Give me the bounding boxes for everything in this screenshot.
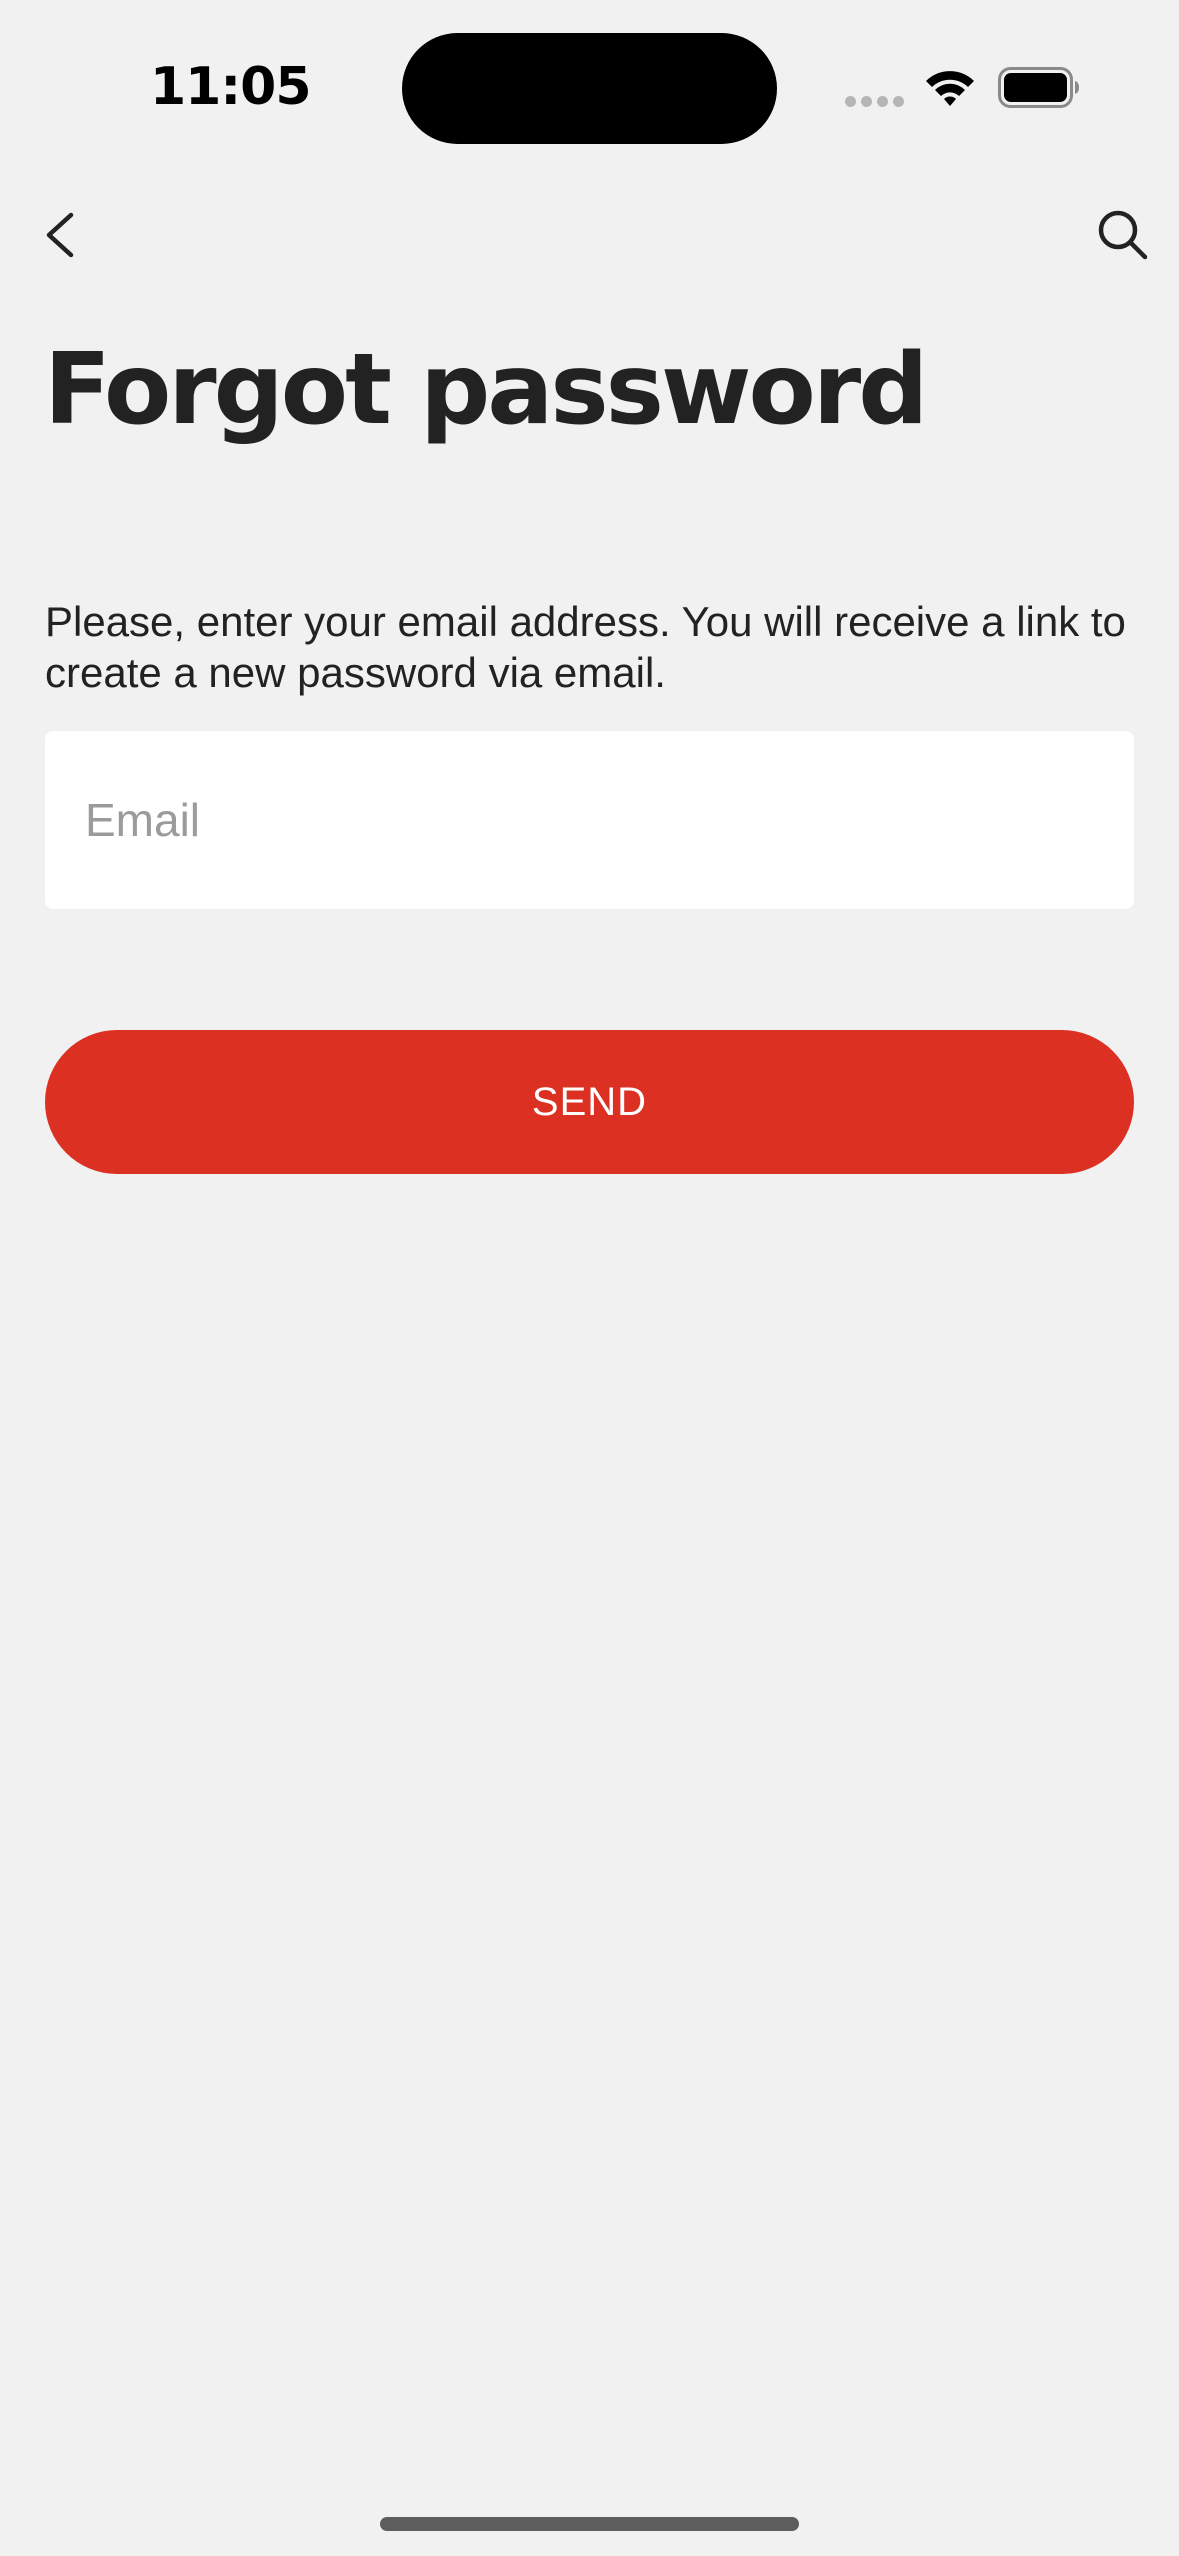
- instructions-text: Please, enter your email address. You wi…: [45, 598, 1126, 696]
- search-icon: [1098, 210, 1148, 260]
- send-button[interactable]: SEND: [45, 1030, 1134, 1174]
- page-title: Forgot password: [44, 333, 928, 447]
- battery-icon: [998, 67, 1079, 108]
- chevron-left-icon: [46, 212, 74, 258]
- email-field[interactable]: [45, 731, 1134, 909]
- back-button[interactable]: [30, 200, 90, 270]
- cellular-signal-icon: [845, 96, 904, 107]
- wifi-icon: [926, 71, 974, 106]
- status-bar-time: 11:05: [150, 57, 312, 117]
- dynamic-island: [402, 33, 777, 144]
- search-button[interactable]: [1088, 200, 1158, 270]
- home-indicator[interactable]: [380, 2517, 799, 2531]
